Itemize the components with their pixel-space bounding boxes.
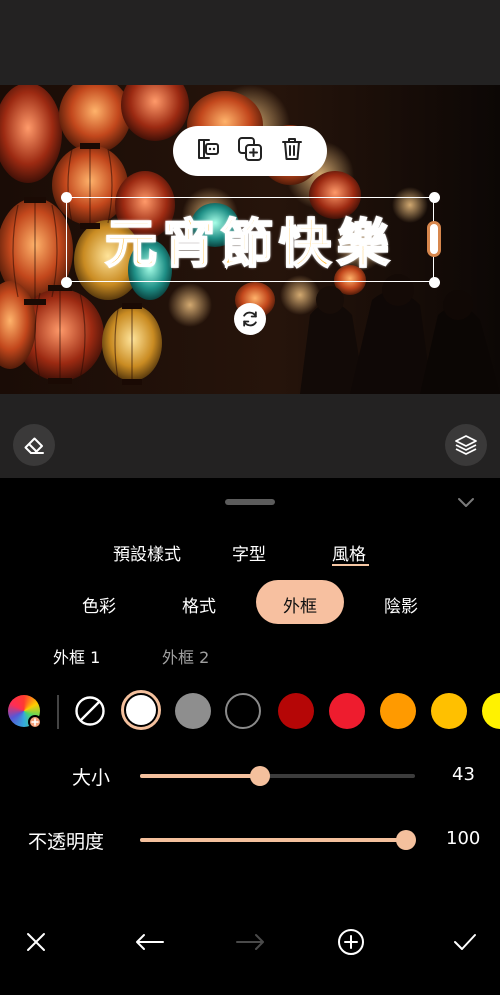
sub-tab-shadow[interactable]: 陰影 xyxy=(384,592,418,617)
rotate-handle[interactable] xyxy=(234,303,266,335)
opacity-slider-knob[interactable] xyxy=(396,830,416,850)
resize-handle-bottom-left[interactable] xyxy=(61,277,72,288)
tab-presets[interactable]: 預設樣式 xyxy=(113,540,181,565)
text-selection-box[interactable] xyxy=(66,197,434,282)
sub-tab-color[interactable]: 色彩 xyxy=(82,592,116,617)
close-button[interactable] xyxy=(24,930,48,958)
tab-style[interactable]: 風格 xyxy=(332,540,366,565)
collapse-panel-button[interactable] xyxy=(455,494,477,514)
undo-button[interactable] xyxy=(134,930,166,958)
none-icon xyxy=(75,696,105,726)
duplicate-icon[interactable] xyxy=(236,135,264,167)
confirm-button[interactable] xyxy=(452,930,478,958)
size-slider-fill xyxy=(140,774,260,778)
opacity-label: 不透明度 xyxy=(28,831,105,853)
opacity-value: 100 xyxy=(446,828,481,849)
active-tab-indicator xyxy=(332,564,369,566)
layers-button[interactable] xyxy=(445,424,487,466)
top-canvas-margin xyxy=(0,0,500,85)
chevron-down-icon xyxy=(458,498,474,507)
resize-handle-top-right[interactable] xyxy=(429,192,440,203)
sub-tab-outline[interactable]: 外框 xyxy=(283,592,317,617)
trash-icon[interactable] xyxy=(278,135,306,167)
redo-icon xyxy=(236,934,264,950)
swatch-gray[interactable] xyxy=(175,693,211,729)
size-slider-knob[interactable] xyxy=(250,766,270,786)
swatch-white-fill xyxy=(126,695,156,725)
size-value: 43 xyxy=(452,764,475,785)
add-button[interactable] xyxy=(337,928,365,960)
no-outline-swatch[interactable] xyxy=(74,695,106,731)
redo-button[interactable] xyxy=(234,930,266,958)
check-icon xyxy=(454,934,476,950)
bottom-canvas-margin xyxy=(0,394,500,478)
swatch-white-selected[interactable] xyxy=(121,690,161,730)
eraser-icon xyxy=(24,437,44,454)
outline-2-tab[interactable]: 外框 2 xyxy=(162,644,209,668)
tab-font[interactable]: 字型 xyxy=(232,540,266,565)
text-edit-icon[interactable] xyxy=(194,135,222,167)
swatch-dark-red[interactable] xyxy=(278,693,314,729)
add-icon xyxy=(338,929,364,955)
opacity-slider-fill xyxy=(140,838,406,842)
layers-icon xyxy=(455,435,477,455)
color-picker-button[interactable] xyxy=(8,695,42,729)
swatch-divider xyxy=(57,695,59,729)
stretch-handle[interactable] xyxy=(427,221,441,257)
swatch-yellow[interactable] xyxy=(482,693,500,729)
undo-icon xyxy=(136,934,164,950)
resize-handle-bottom-right[interactable] xyxy=(429,277,440,288)
panel-drag-handle[interactable] xyxy=(225,499,275,505)
swatch-orange[interactable] xyxy=(380,693,416,729)
swatch-amber[interactable] xyxy=(431,693,467,729)
add-color-icon xyxy=(28,715,42,729)
rotate-icon xyxy=(243,311,257,327)
swatch-red[interactable] xyxy=(329,693,365,729)
outline-1-tab[interactable]: 外框 1 xyxy=(53,644,100,668)
swatch-black[interactable] xyxy=(225,693,261,729)
resize-handle-top-left[interactable] xyxy=(61,192,72,203)
size-label: 大小 xyxy=(72,767,111,789)
close-icon xyxy=(27,933,45,951)
eraser-button[interactable] xyxy=(13,424,55,466)
sub-tab-format[interactable]: 格式 xyxy=(182,592,216,617)
floating-toolbar xyxy=(173,126,327,176)
